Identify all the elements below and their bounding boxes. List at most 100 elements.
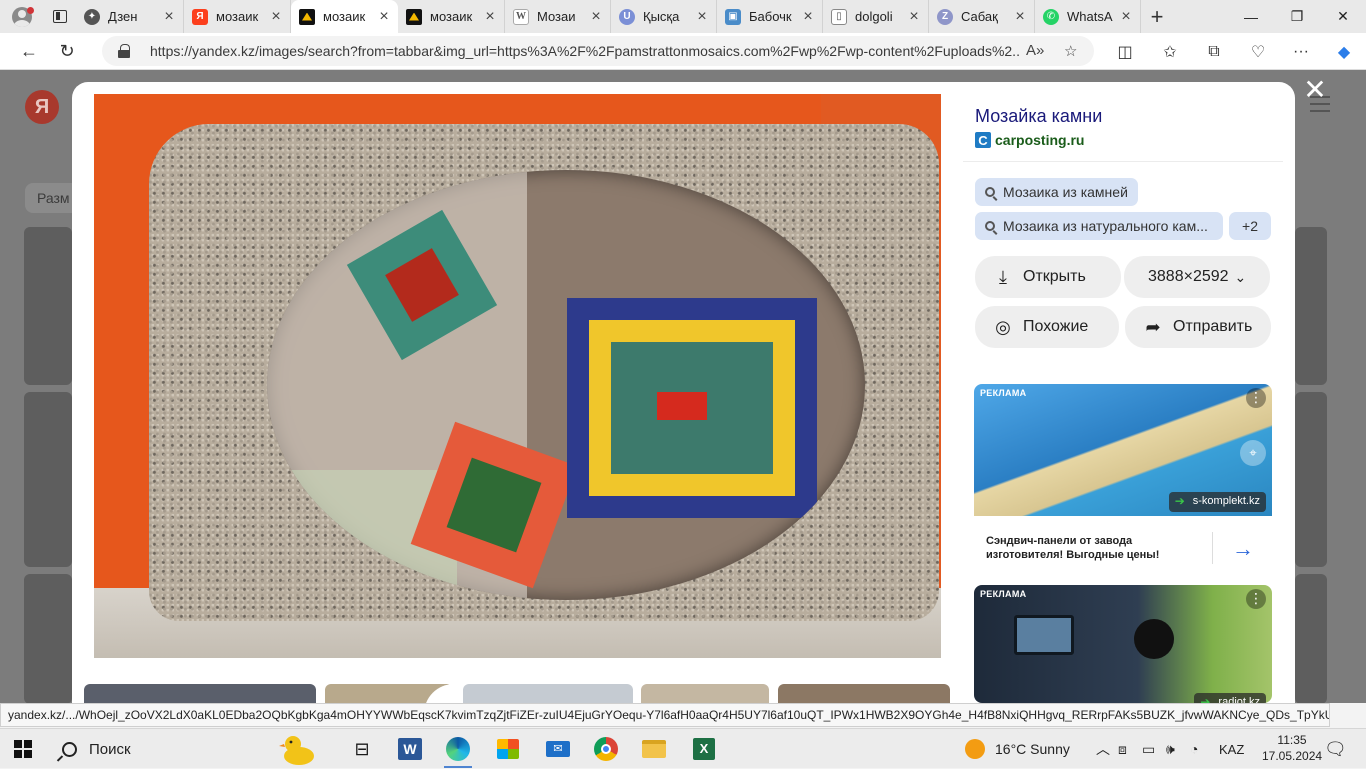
task-view-icon[interactable]: ⊟ [338, 729, 386, 769]
language-indicator[interactable]: KAZ [1219, 729, 1244, 769]
address-bar[interactable]: https://yandex.kz/images/search?from=tab… [102, 36, 1094, 66]
close-icon[interactable]: × [906, 8, 922, 26]
split-screen-icon[interactable]: ◫ [1109, 36, 1141, 68]
ad-card[interactable]: РЕКЛАМА ⋮ radiot.kz [974, 585, 1272, 703]
result-thumbnail[interactable] [24, 392, 72, 567]
close-icon[interactable]: × [268, 8, 284, 26]
word-icon[interactable]: W [386, 729, 434, 769]
close-icon[interactable]: × [1012, 8, 1028, 26]
notification-dot [27, 7, 34, 14]
mail-icon[interactable]: ✉ [534, 729, 582, 769]
thumbnail[interactable] [84, 684, 316, 703]
lock-icon[interactable] [118, 44, 130, 58]
network-icon[interactable]: ◔ [1190, 729, 1198, 769]
image-icon: ▣ [725, 8, 741, 25]
store-icon[interactable] [484, 729, 532, 769]
ad-brand-label[interactable]: radiot.kz [1194, 693, 1266, 703]
result-thumbnail[interactable] [24, 227, 72, 385]
search-chip[interactable]: Мозаика из камней [975, 178, 1138, 206]
duck-icon[interactable] [279, 732, 319, 766]
file-explorer-icon[interactable] [630, 729, 678, 769]
close-icon[interactable]: × [161, 8, 177, 26]
image-title[interactable]: Мозайка камни [975, 106, 1102, 127]
url-text[interactable]: https://yandex.kz/images/search?from=tab… [150, 43, 1020, 59]
tab-wikipedia[interactable]: W Мозаи × [505, 0, 611, 33]
notifications-icon[interactable]: 🗨 [1324, 729, 1347, 769]
ad-brand-label[interactable]: s-komplekt.kz [1168, 492, 1266, 512]
tab-mosaic-1[interactable]: Я мозаик × [184, 0, 291, 33]
weather-widget[interactable]: 16°C Sunny [965, 729, 1070, 769]
tab-dzen[interactable]: ✦ Дзен × [76, 0, 184, 33]
read-aloud-icon[interactable]: A» [1026, 42, 1044, 59]
open-button[interactable]: ⤓ Открыть [975, 256, 1121, 298]
favorites-icon[interactable]: ✩ [1154, 36, 1186, 68]
mosaic-icon [406, 8, 422, 25]
copilot-icon[interactable]: ◆ [1328, 36, 1360, 68]
back-button[interactable]: ← [10, 35, 48, 67]
excel-icon[interactable]: X [680, 729, 728, 769]
source-link[interactable]: C carposting.ru [975, 132, 1084, 148]
tab-sabak[interactable]: Z Сабақ × [929, 0, 1035, 33]
close-icon[interactable]: × [376, 8, 392, 26]
wikipedia-icon: W [513, 8, 529, 25]
ad-card[interactable]: РЕКЛАМА ⋮ ⌖ s-komplekt.kz Сэндвич-панели… [974, 384, 1272, 580]
volume-icon[interactable]: 🕪 [1166, 729, 1175, 769]
resolution-dropdown[interactable]: 3888×2592 ⌄ [1124, 256, 1270, 298]
restore-button[interactable]: ❐ [1274, 0, 1320, 33]
collections-icon[interactable]: ⧉ [1198, 36, 1230, 68]
profile-button[interactable] [0, 0, 44, 33]
close-viewer-button[interactable]: ✕ [1302, 76, 1328, 104]
yandex-logo[interactable]: Я [25, 90, 59, 124]
close-window-button[interactable]: ✕ [1320, 0, 1366, 33]
thumbnail[interactable] [641, 684, 769, 703]
search-icon [985, 221, 995, 231]
edge-icon[interactable] [434, 729, 482, 769]
tab-dolgoli[interactable]: ▯ dolgoli × [823, 0, 929, 33]
show-hidden-icons-icon[interactable]: ︿ [1096, 729, 1110, 769]
extensions-icon[interactable]: ♡ [1242, 36, 1274, 68]
thumbnail[interactable] [463, 684, 633, 703]
result-thumbnail[interactable] [1295, 227, 1327, 385]
close-icon[interactable]: × [482, 8, 498, 26]
refresh-button[interactable]: ↻ [48, 35, 86, 67]
battery-icon[interactable]: ▭ [1142, 729, 1155, 769]
close-icon[interactable]: × [588, 8, 604, 26]
minimize-button[interactable]: — [1228, 0, 1274, 33]
more-options-icon[interactable]: ⋮ [1246, 589, 1266, 609]
tab-mosaic-3[interactable]: мозаик × [398, 0, 505, 33]
more-chips-button[interactable]: +2 [1229, 212, 1271, 240]
chrome-icon[interactable] [582, 729, 630, 769]
meet-now-icon[interactable]: ⧈ [1118, 729, 1127, 769]
sun-icon [965, 739, 985, 759]
result-thumbnail[interactable] [24, 574, 72, 704]
more-menu-icon[interactable]: ··· [1285, 36, 1317, 68]
whatsapp-icon: ✆ [1043, 8, 1059, 25]
search-chip[interactable]: Мозаика из натурального кам... [975, 212, 1223, 240]
lens-search-icon[interactable]: ⌖ [1240, 440, 1266, 466]
close-icon[interactable]: × [694, 8, 710, 26]
result-thumbnail[interactable] [1295, 392, 1327, 567]
close-icon[interactable]: × [1118, 8, 1134, 26]
result-thumbnail[interactable] [1295, 574, 1327, 704]
close-icon[interactable]: × [800, 8, 816, 26]
arrow-right-icon[interactable]: → [1232, 536, 1254, 562]
tab-actions-icon[interactable] [44, 0, 76, 33]
similar-thumbnails-strip [84, 684, 964, 703]
tab-babochka[interactable]: ▣ Бабочк × [717, 0, 823, 33]
share-arrow-icon: ➦ [1145, 316, 1161, 337]
clock[interactable]: 11:35 17.05.2024 [1262, 732, 1322, 764]
more-options-icon[interactable]: ⋮ [1246, 388, 1266, 408]
new-tab-button[interactable]: + [1141, 4, 1173, 30]
windows-start-icon[interactable] [14, 740, 32, 758]
tab-mosaic-active[interactable]: мозаик × [291, 0, 398, 33]
ad-text[interactable]: Сэндвич-панели от завода изготовителя! В… [986, 534, 1186, 562]
share-button[interactable]: ➦ Отправить [1125, 306, 1271, 348]
thumbnail[interactable] [778, 684, 950, 703]
z-icon: Z [937, 8, 953, 25]
tab-kyska[interactable]: U Қысқа × [611, 0, 717, 33]
main-image[interactable] [94, 94, 941, 658]
tab-whatsapp[interactable]: ✆ WhatsA × [1035, 0, 1141, 33]
search-icon [985, 187, 995, 197]
favorite-star-icon[interactable]: ☆ [1064, 42, 1077, 60]
similar-button[interactable]: ◎ Похожие [975, 306, 1119, 348]
